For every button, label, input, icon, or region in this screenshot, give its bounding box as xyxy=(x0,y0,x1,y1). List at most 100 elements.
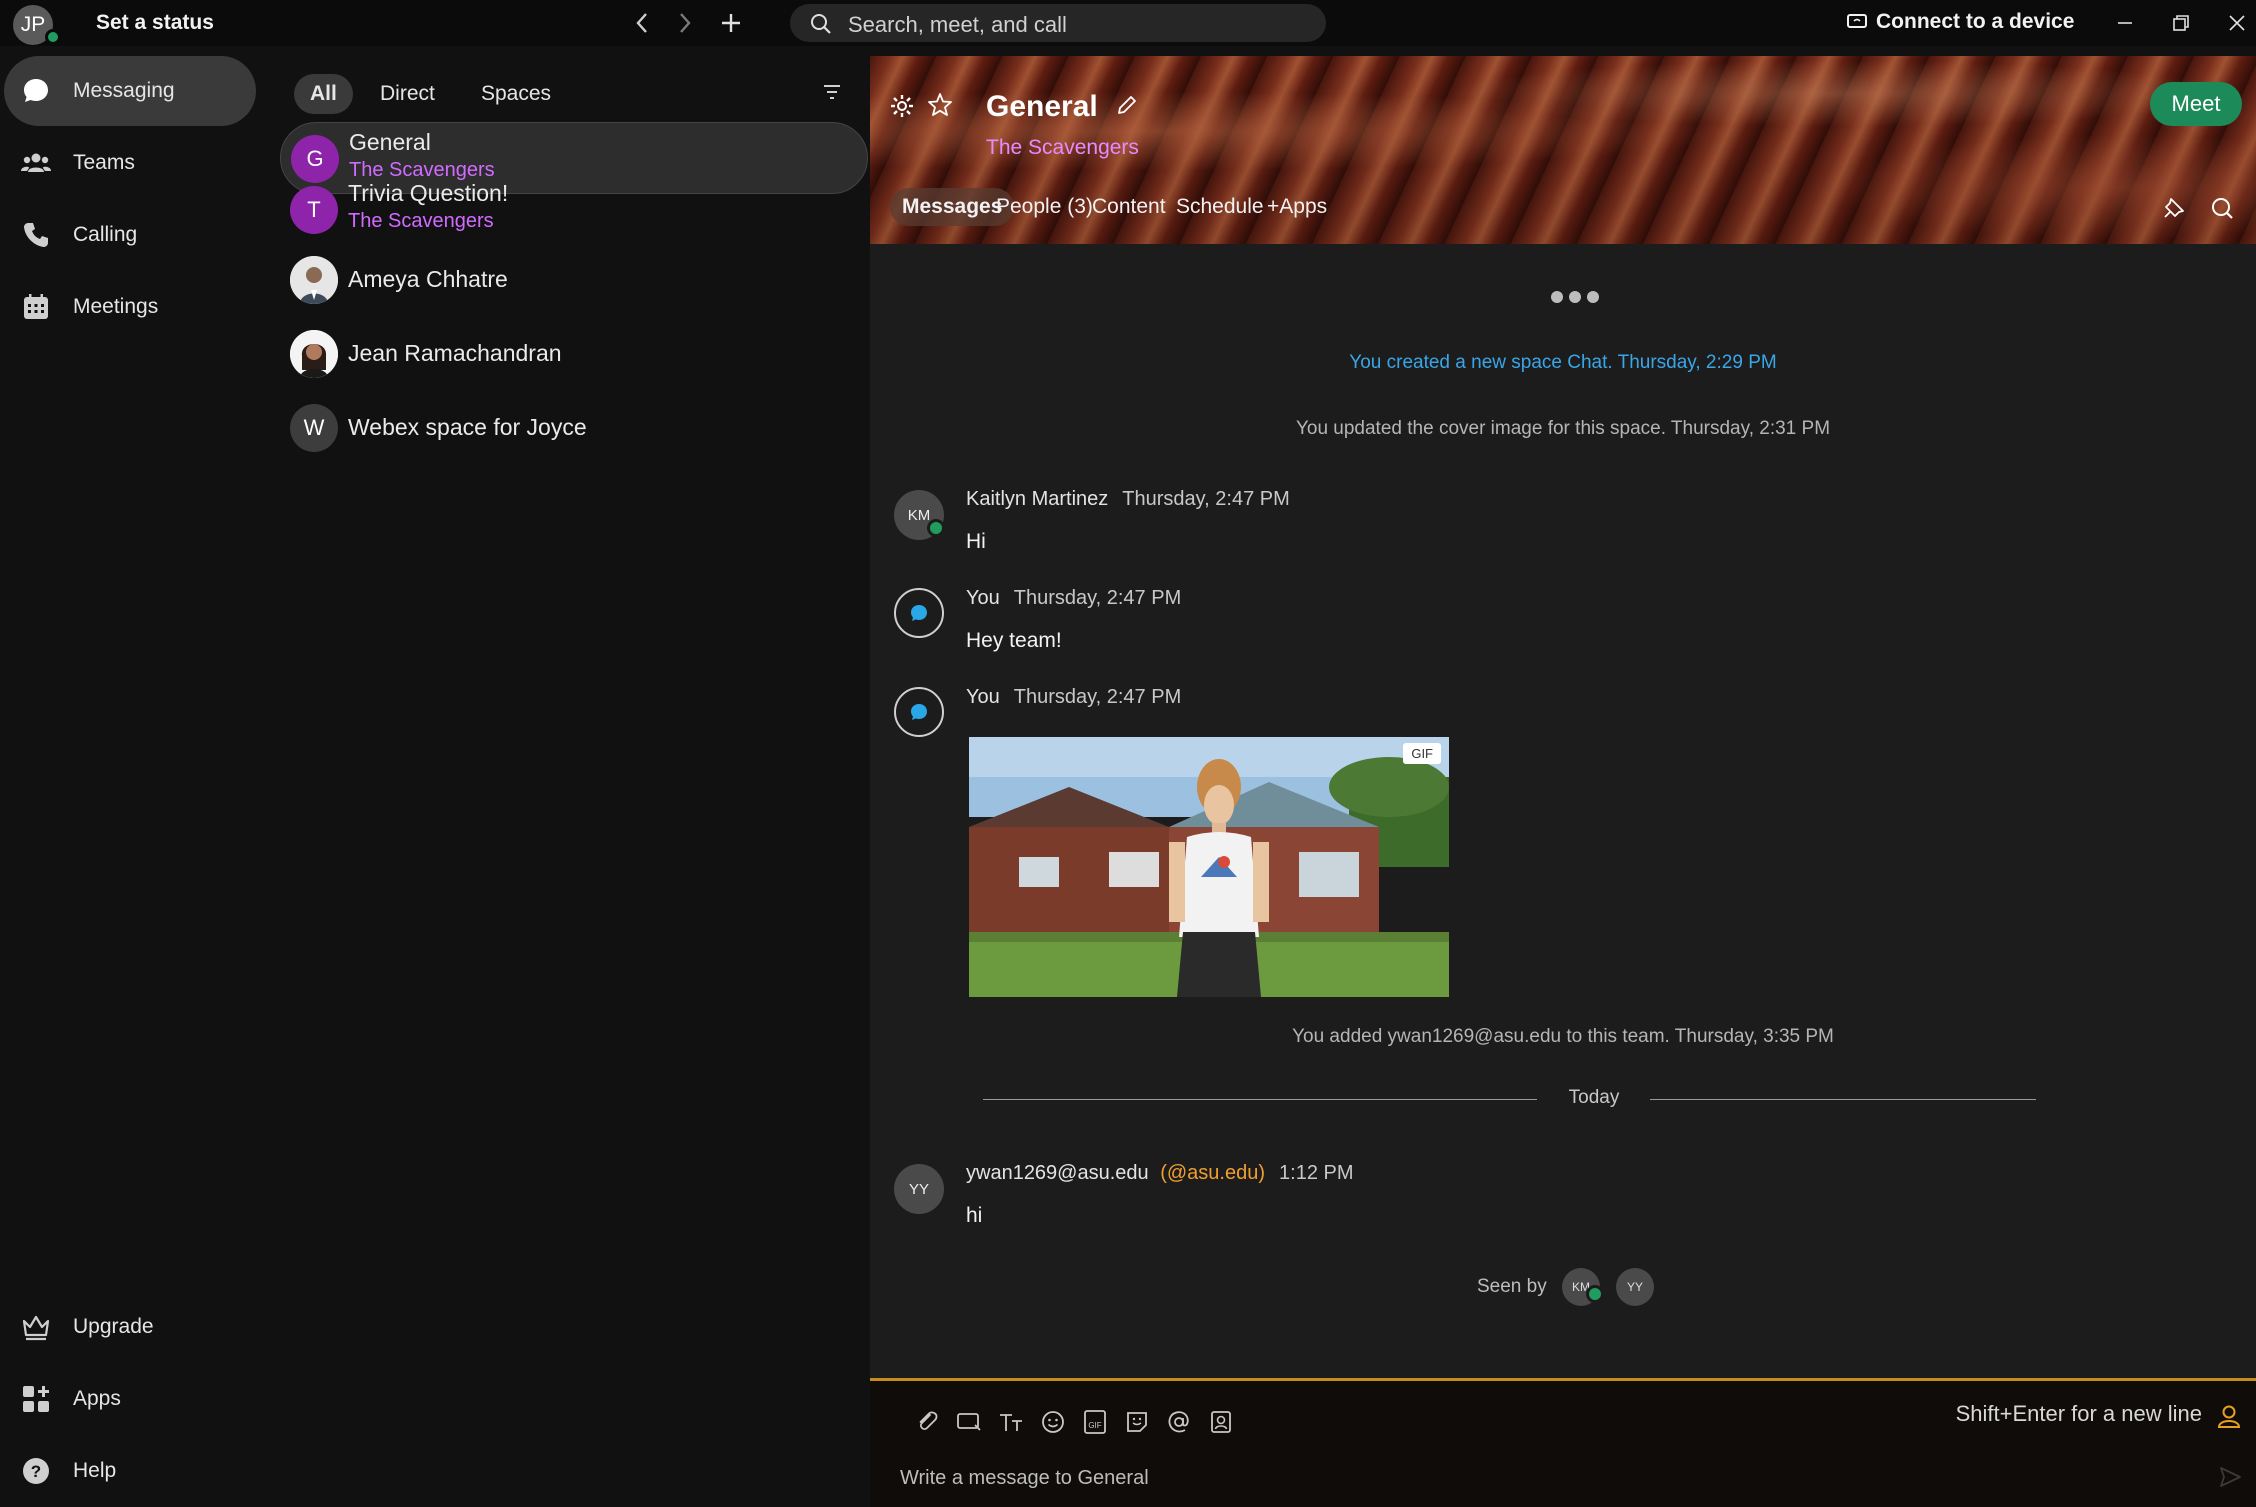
system-message[interactable]: You created a new space Chat. Thursday, … xyxy=(870,352,2256,374)
emoji-button[interactable] xyxy=(1038,1407,1068,1437)
set-status-button[interactable]: Set a status xyxy=(96,11,214,35)
nav-help[interactable]: ? Help xyxy=(4,1436,256,1506)
left-navigation: Messaging Teams Calling Meetings Upgrade… xyxy=(0,46,278,1504)
connect-device-button[interactable]: Connect to a device xyxy=(1846,10,2074,34)
conversation-item[interactable]: Ameya Chhatre xyxy=(280,244,868,316)
sender-avatar[interactable] xyxy=(894,687,944,737)
nav-apps[interactable]: Apps xyxy=(4,1364,256,1434)
gif-button[interactable]: GIF xyxy=(1080,1407,1110,1437)
message-time: Thursday, 2:47 PM xyxy=(1122,488,1290,510)
sender-name: You xyxy=(966,686,1000,708)
sticker-icon xyxy=(1127,1412,1147,1432)
text-format-icon xyxy=(1000,1414,1022,1431)
connect-label: Connect to a device xyxy=(1876,10,2075,33)
conversation-list: All Direct Spaces G General The Scavenge… xyxy=(278,46,870,1504)
svg-text:?: ? xyxy=(31,1462,41,1481)
settings-button[interactable] xyxy=(890,94,914,118)
nav-teams[interactable]: Teams xyxy=(4,128,256,198)
nav-meetings[interactable]: Meetings xyxy=(4,272,256,342)
screenshot-button[interactable] xyxy=(954,1407,984,1437)
minimize-icon xyxy=(2118,22,2132,24)
format-text-button[interactable] xyxy=(996,1407,1026,1437)
chevron-left-icon xyxy=(636,13,647,33)
send-button[interactable] xyxy=(2218,1465,2242,1489)
space-team-link[interactable]: The Scavengers xyxy=(986,136,1139,160)
minimize-button[interactable] xyxy=(2110,8,2140,38)
edit-title-button[interactable] xyxy=(1116,94,1138,116)
space-cover-banner: General The Scavengers Meet Messages Peo… xyxy=(870,56,2256,244)
user-avatar xyxy=(290,256,338,304)
message-header: You Thursday, 2:47 PM xyxy=(966,587,1181,610)
tab-apps[interactable]: +Apps xyxy=(1255,188,1339,226)
device-icon xyxy=(1847,14,1867,28)
close-icon xyxy=(2229,15,2245,31)
nav-label: Apps xyxy=(73,1387,121,1410)
nav-upgrade[interactable]: Upgrade xyxy=(4,1292,256,1362)
message-composer: GIF Shift+Enter for a new line Write a m… xyxy=(870,1378,2256,1507)
message-text: Hi xyxy=(966,530,986,553)
search-placeholder: Search, meet, and call xyxy=(848,12,1067,37)
space-avatar: W xyxy=(290,404,338,452)
nav-label: Meetings xyxy=(73,295,159,318)
pin-icon xyxy=(2164,198,2184,218)
phone-icon xyxy=(20,219,52,251)
message-time: Thursday, 2:47 PM xyxy=(1013,686,1182,708)
presence-indicator xyxy=(927,519,945,537)
sender-name: ywan1269@asu.edu xyxy=(966,1162,1149,1184)
pin-button[interactable] xyxy=(2162,196,2186,220)
chat-bubble-icon xyxy=(911,704,927,720)
restore-button[interactable] xyxy=(2166,8,2196,38)
gif-image[interactable]: GIF xyxy=(969,737,1449,997)
chat-bubble-icon xyxy=(911,605,927,621)
at-sign-icon xyxy=(1168,1411,1189,1433)
person-photo-icon xyxy=(290,256,338,304)
composer-profile-button[interactable] xyxy=(2216,1403,2242,1429)
mention-button[interactable] xyxy=(1164,1407,1194,1437)
people-icon xyxy=(20,147,52,179)
sticker-button[interactable] xyxy=(1122,1407,1152,1437)
system-message: You updated the cover image for this spa… xyxy=(1295,418,1831,439)
contact-card-icon xyxy=(1211,1411,1231,1433)
conversation-item[interactable]: Jean Ramachandran xyxy=(280,318,868,390)
conversation-item[interactable]: W Webex space for Joyce xyxy=(280,392,868,464)
sender-name: Kaitlyn Martinez xyxy=(966,488,1109,510)
contact-card-button[interactable] xyxy=(1206,1407,1236,1437)
nav-calling[interactable]: Calling xyxy=(4,200,256,270)
filter-direct[interactable]: Direct xyxy=(364,74,451,114)
paperclip-icon xyxy=(919,1411,938,1431)
nav-messaging[interactable]: Messaging xyxy=(4,56,256,126)
conversation-item[interactable]: T Trivia Question! The Scavengers xyxy=(280,174,868,246)
crown-icon xyxy=(20,1311,52,1343)
tab-content[interactable]: Content xyxy=(1080,188,1178,226)
message-header: Kaitlyn Martinez Thursday, 2:47 PM xyxy=(966,488,1290,511)
filter-menu-button[interactable] xyxy=(822,82,842,102)
pencil-icon xyxy=(1118,96,1136,114)
sender-avatar[interactable] xyxy=(894,588,944,638)
search-space-button[interactable] xyxy=(2210,196,2234,220)
message-text: Hey team! xyxy=(966,629,1062,652)
seen-avatar[interactable]: YY xyxy=(1616,1268,1654,1306)
nav-label: Messaging xyxy=(73,79,175,102)
conversation-team: The Scavengers xyxy=(348,210,494,232)
apps-grid-icon xyxy=(20,1383,52,1415)
close-button[interactable] xyxy=(2222,8,2252,38)
chat-bubble-icon xyxy=(20,75,52,107)
gear-icon xyxy=(891,95,913,117)
message-input[interactable]: Write a message to General xyxy=(900,1467,1149,1490)
back-button[interactable] xyxy=(627,8,657,38)
search-input[interactable]: Search, meet, and call xyxy=(790,4,1326,42)
forward-button[interactable] xyxy=(670,8,700,38)
filter-all[interactable]: All xyxy=(294,74,353,114)
nav-label: Upgrade xyxy=(73,1315,154,1338)
new-button[interactable] xyxy=(716,8,746,38)
favorite-button[interactable] xyxy=(927,92,953,118)
meet-button[interactable]: Meet xyxy=(2150,82,2242,126)
filter-spaces[interactable]: Spaces xyxy=(465,74,567,114)
space-panel: General The Scavengers Meet Messages Peo… xyxy=(870,56,2256,1507)
ellipsis-icon xyxy=(1551,291,1599,303)
sender-avatar[interactable]: YY xyxy=(894,1164,944,1214)
screen-capture-icon xyxy=(957,1413,981,1431)
calendar-icon xyxy=(20,291,52,323)
plus-icon xyxy=(722,14,740,32)
attach-button[interactable] xyxy=(912,1407,942,1437)
